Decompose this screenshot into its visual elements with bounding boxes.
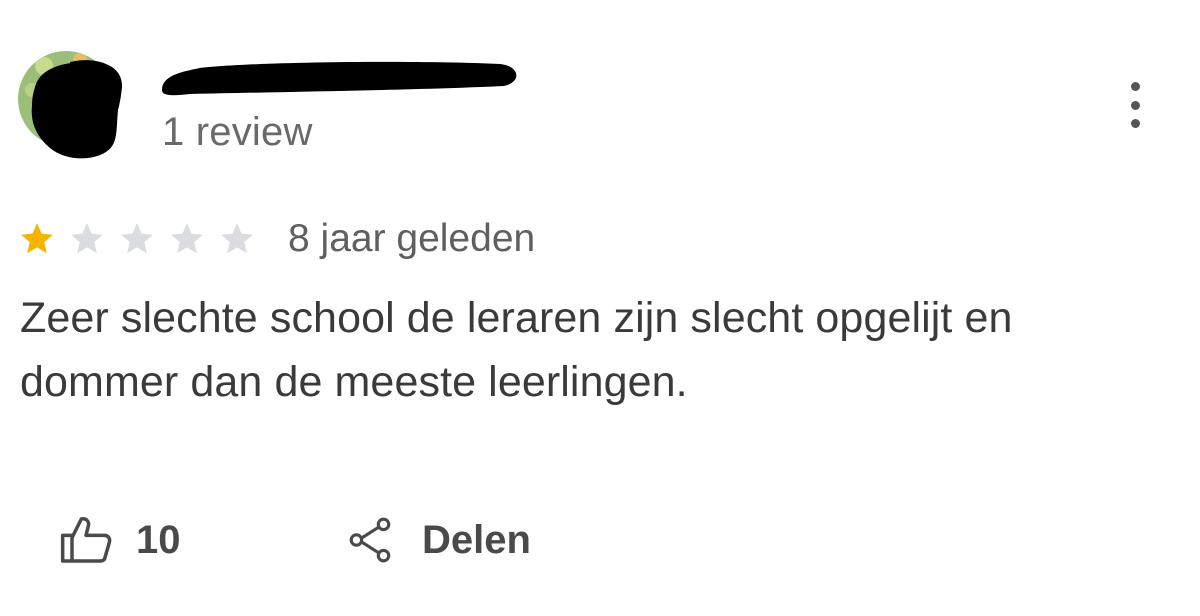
like-button[interactable]: 10 <box>58 508 181 572</box>
thumb-up-icon <box>60 517 112 563</box>
share-icon <box>349 517 391 563</box>
reviewer-review-count: 1 review <box>162 110 313 154</box>
avatar[interactable] <box>14 44 126 162</box>
more-vert-icon-dot <box>1130 100 1140 110</box>
more-vert-icon-dot <box>1130 119 1140 128</box>
star-filled-icon <box>21 223 53 254</box>
more-vert-icon <box>1130 82 1140 91</box>
star-empty-icon <box>221 223 253 254</box>
star-empty-icon <box>121 223 153 254</box>
star-rating <box>18 220 268 258</box>
star-empty-icon <box>71 223 103 254</box>
username-redacted <box>160 54 520 100</box>
review-card: 1 review 8 jaar geleden Zeer slechte sch… <box>0 0 1200 616</box>
review-text: Zeer slechte school de leraren zijn slec… <box>20 294 1013 406</box>
star-empty-icon <box>171 223 203 254</box>
more-options-button[interactable] <box>1118 82 1152 128</box>
review-date: 8 jaar geleden <box>288 217 536 260</box>
like-count: 10 <box>136 517 181 562</box>
share-button[interactable]: Delen <box>346 508 531 572</box>
rating-row: 8 jaar geleden <box>18 214 535 264</box>
share-label: Delen <box>422 517 531 562</box>
